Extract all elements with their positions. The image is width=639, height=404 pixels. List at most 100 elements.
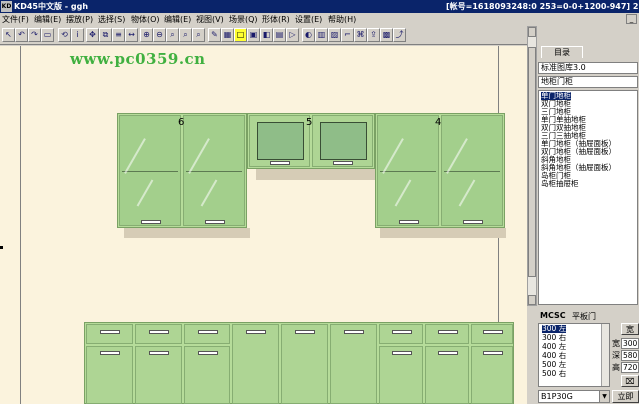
menu-object[interactable]: 物体(O): [131, 14, 160, 25]
category-select[interactable]: 地柜门柜: [538, 76, 638, 88]
chevron-down-icon[interactable]: ▼: [599, 391, 609, 402]
play-icon[interactable]: ▷: [286, 28, 299, 42]
height-input[interactable]: 720: [621, 362, 639, 373]
tab-catalog[interactable]: 目录: [541, 46, 583, 58]
cabinet-door[interactable]: [281, 324, 328, 404]
exit-icon[interactable]: ⤴: [393, 28, 406, 42]
print-icon[interactable]: ▩: [380, 28, 393, 42]
size-list[interactable]: 300 左 300 右 400 左 400 右 500 左 500 右: [538, 323, 610, 387]
render-icon[interactable]: ✎: [208, 28, 221, 42]
cabinet-door[interactable]: [330, 324, 377, 404]
upper-cabinet-middle[interactable]: 5: [247, 113, 375, 169]
pointer-icon[interactable]: ↖: [2, 28, 15, 42]
title-bar: KD KD45中文版 - ggh [帐号=1618093248:0 253=0-…: [0, 0, 639, 13]
depth-label: 深: [612, 351, 620, 360]
size-item[interactable]: 500 左: [542, 361, 566, 369]
stretch-icon[interactable]: ↔: [125, 28, 138, 42]
move-icon[interactable]: ✥: [86, 28, 99, 42]
view-front-icon[interactable]: ▦: [221, 28, 234, 42]
place-now-button[interactable]: 立即: [612, 390, 639, 403]
zoom-window-icon[interactable]: ⌕: [166, 28, 179, 42]
view-button[interactable]: 宽: [621, 323, 639, 335]
light-icon[interactable]: ⌐: [341, 28, 354, 42]
select-icon[interactable]: ▭: [41, 28, 54, 42]
camera-icon[interactable]: ⌘: [354, 28, 367, 42]
menu-bar: 文件(F) 编辑(E) 摆放(P) 选择(S) 物体(O) 编辑(E) 视图(V…: [0, 13, 639, 26]
cabinet-door[interactable]: [312, 115, 373, 167]
size-item[interactable]: 300 右: [542, 334, 566, 342]
menu-help[interactable]: 帮助(H): [328, 14, 356, 25]
menu-edit[interactable]: 编辑(E): [34, 14, 61, 25]
zoom-in-icon[interactable]: ⊕: [140, 28, 153, 42]
width-input[interactable]: 300: [621, 338, 639, 349]
drawer-front[interactable]: [135, 324, 182, 344]
base-cabinets[interactable]: [84, 322, 514, 404]
menu-settings[interactable]: 设置(E): [295, 14, 322, 25]
cabinet-door[interactable]: [119, 115, 181, 226]
scroll-down-icon[interactable]: [528, 295, 536, 305]
cabinet-door[interactable]: [425, 346, 469, 404]
cabinet-door[interactable]: [377, 115, 439, 226]
minimize-icon[interactable]: _: [626, 14, 637, 24]
list-item[interactable]: 岛柜抽屉柜: [541, 180, 579, 188]
upper-cabinet-left[interactable]: 6: [117, 113, 247, 228]
cabinet-door[interactable]: [232, 324, 279, 404]
cabinet-door[interactable]: [249, 115, 310, 167]
zoom-out-icon[interactable]: ⊖: [153, 28, 166, 42]
material-code: B1P30G: [541, 392, 573, 401]
drawer-front[interactable]: [184, 324, 230, 344]
copy-icon[interactable]: ⧉: [99, 28, 112, 42]
rotate-icon[interactable]: ⟲: [58, 28, 71, 42]
scroll-up-icon[interactable]: [528, 27, 536, 37]
size-item[interactable]: 400 左: [542, 343, 566, 351]
align-icon[interactable]: ≡: [112, 28, 125, 42]
drawer-front[interactable]: [425, 324, 469, 344]
cabinet-door[interactable]: [184, 346, 230, 404]
door-handle: [463, 220, 483, 224]
cabinet-door[interactable]: [86, 346, 133, 404]
rect-icon[interactable]: □: [234, 28, 247, 42]
cabinet-door[interactable]: [135, 346, 182, 404]
size-item[interactable]: 300 左: [542, 325, 567, 333]
menu-edit-2[interactable]: 编辑(E): [164, 14, 191, 25]
drawer-front[interactable]: [379, 324, 423, 344]
cabinet-door[interactable]: [441, 115, 503, 226]
redo-icon[interactable]: ↷: [28, 28, 41, 42]
cube-icon[interactable]: ◧: [260, 28, 273, 42]
texture-icon[interactable]: ▨: [328, 28, 341, 42]
paint-icon[interactable]: ◐: [302, 28, 315, 42]
scroll-thumb[interactable]: [528, 47, 536, 277]
zoom-prev-icon[interactable]: ⌕: [192, 28, 205, 42]
material-icon[interactable]: ▥: [315, 28, 328, 42]
library-select[interactable]: 标准图库3.0: [538, 62, 638, 74]
panel-scrollbar[interactable]: [527, 26, 537, 306]
size-list-scrollbar[interactable]: [601, 324, 609, 386]
drawer-front[interactable]: [471, 324, 513, 344]
size-item[interactable]: 500 右: [542, 370, 566, 378]
panel-icon[interactable]: ▤: [273, 28, 286, 42]
undo-icon[interactable]: ↶: [15, 28, 28, 42]
menu-file[interactable]: 文件(F): [2, 14, 29, 25]
preview-icon[interactable]: ⌧: [621, 375, 639, 387]
menu-select[interactable]: 选择(S): [98, 14, 125, 25]
design-canvas[interactable]: www.pc0359.cn 6 5 4: [0, 46, 527, 404]
cabinet-list[interactable]: 单门地柜 双门地柜 三门地柜 单门单抽地柜 双门双抽地柜 三门三抽地柜 单门地柜…: [538, 90, 638, 305]
cabinet-door[interactable]: [379, 346, 423, 404]
zoom-all-icon[interactable]: ⌕: [179, 28, 192, 42]
depth-input[interactable]: 580: [621, 350, 639, 361]
drawer-front[interactable]: [86, 324, 133, 344]
size-item[interactable]: 400 右: [542, 352, 566, 360]
menu-shape[interactable]: 形体(R): [262, 14, 290, 25]
upper-cabinet-right[interactable]: 4: [375, 113, 505, 228]
cabinet-door[interactable]: [471, 346, 513, 404]
menu-view[interactable]: 视图(V): [196, 14, 224, 25]
menu-place[interactable]: 摆放(P): [66, 14, 93, 25]
door-handle: [270, 161, 290, 165]
menu-scene[interactable]: 场景(Q): [229, 14, 258, 25]
box-icon[interactable]: ▣: [247, 28, 260, 42]
cabinet-door[interactable]: [183, 115, 245, 226]
info-icon[interactable]: i: [71, 28, 84, 42]
material-select[interactable]: B1P30G ▼: [538, 390, 610, 403]
export-icon[interactable]: ⇪: [367, 28, 380, 42]
window-title: KD45中文版 - ggh: [14, 2, 89, 11]
